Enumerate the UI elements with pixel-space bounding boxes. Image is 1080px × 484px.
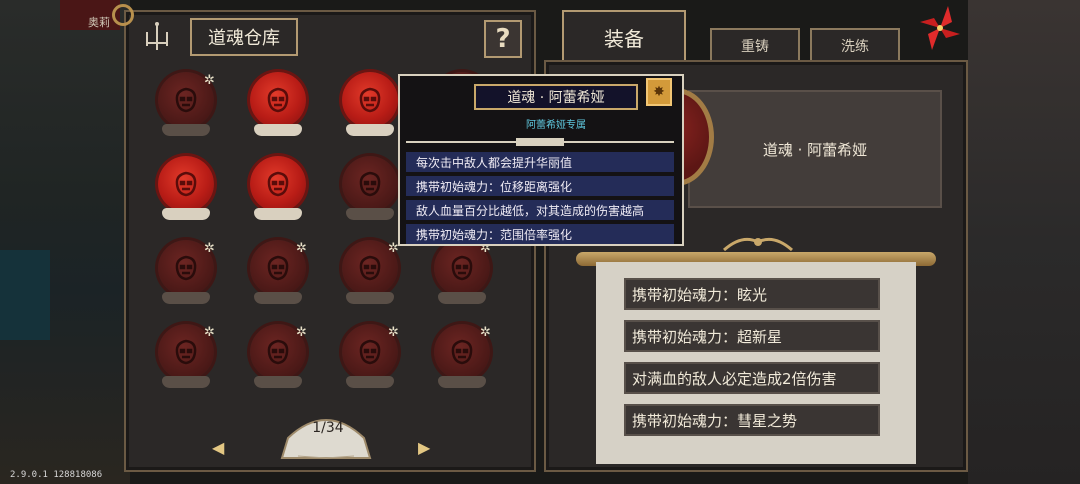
soul-orb[interactable] — [338, 72, 400, 144]
star-icon: ✲ — [204, 73, 215, 88]
orb-stand — [346, 124, 394, 136]
orb-stand — [254, 124, 302, 136]
soul-orb[interactable] — [246, 72, 308, 144]
orb-stand — [346, 208, 394, 220]
soul-orb[interactable] — [154, 156, 216, 228]
rarity-badge-icon: ✸ — [646, 78, 672, 106]
star-icon: ✲ — [296, 325, 307, 340]
effect-item: 携带初始魂力：彗星之势 — [624, 404, 880, 436]
tooltip-line: 每次击中敌人都会提升华丽值 — [406, 152, 674, 172]
prev-page-button[interactable]: ◀ — [212, 438, 224, 457]
effect-item: 对满血的敌人必定造成2倍伤害 — [624, 362, 880, 394]
orb-stand — [162, 124, 210, 136]
orb-stand — [346, 292, 394, 304]
selected-soul-name: 道魂 · 阿蕾希娅 — [688, 90, 942, 208]
soul-orb[interactable]: ✲ — [430, 240, 492, 312]
character-portrait-icon — [359, 87, 381, 113]
star-icon: ✲ — [388, 325, 399, 340]
star-icon: ✲ — [480, 325, 491, 340]
character-portrait-icon — [359, 171, 381, 197]
soul-orb[interactable] — [246, 156, 308, 228]
soul-orb[interactable]: ✲ — [338, 324, 400, 396]
soul-storage-title: 道魂仓库 — [190, 18, 298, 56]
soul-orb[interactable]: ✲ — [246, 324, 308, 396]
next-page-button[interactable]: ▶ — [418, 438, 430, 457]
tooltip-divider — [406, 138, 674, 146]
character-portrait-icon — [175, 87, 197, 113]
soul-orb[interactable]: ✲ — [154, 240, 216, 312]
soul-orb[interactable]: ✲ — [246, 240, 308, 312]
orb-stand — [162, 208, 210, 220]
orb-stand — [438, 292, 486, 304]
tooltip-line: 敌人血量百分比越低，对其造成的伤害越高 — [406, 200, 674, 220]
help-button[interactable]: ? — [484, 20, 522, 58]
tab-wash[interactable]: 洗练 — [810, 28, 900, 62]
soul-orb[interactable]: ✲ — [430, 324, 492, 396]
character-portrait-icon — [451, 339, 473, 365]
page-indicator: 1/34 — [312, 420, 344, 436]
soul-orb[interactable] — [338, 156, 400, 228]
star-icon: ✲ — [204, 325, 215, 340]
character-portrait-icon — [267, 255, 289, 281]
effect-item: 携带初始魂力：眩光 — [624, 278, 880, 310]
tooltip-subtitle: 阿蕾希娅专属 — [526, 120, 586, 131]
orb-stand — [162, 376, 210, 388]
soul-orb[interactable]: ✲ — [154, 72, 216, 144]
orb-stand — [254, 376, 302, 388]
character-portrait-icon — [267, 171, 289, 197]
tooltip-line: 携带初始魂力：位移距离强化 — [406, 176, 674, 196]
orb-stand — [346, 376, 394, 388]
scroll-ornament — [723, 237, 793, 252]
tooltip-line: 携带初始魂力：范围倍率强化 — [406, 224, 674, 244]
soul-orb[interactable]: ✲ — [154, 324, 216, 396]
orb-stand — [254, 292, 302, 304]
game-background-right — [968, 0, 1080, 484]
orb-stand — [162, 292, 210, 304]
game-background-left — [0, 0, 130, 484]
orb-stand — [254, 208, 302, 220]
background-character-name: 奥莉 — [88, 16, 110, 29]
character-portrait-icon — [359, 255, 381, 281]
tooltip-title: 道魂 · 阿蕾希娅 — [474, 84, 638, 110]
version-label: 2.9.0.1 128818086 — [10, 470, 103, 480]
tab-equip[interactable]: 装备 — [562, 10, 686, 62]
tab-rebuild[interactable]: 重铸 — [710, 28, 800, 62]
effect-item: 携带初始魂力：超新星 — [624, 320, 880, 352]
character-portrait-icon — [359, 339, 381, 365]
character-portrait-icon — [267, 87, 289, 113]
background-decoration — [0, 250, 50, 340]
corner-ornament — [112, 4, 134, 26]
orb-stand — [438, 376, 486, 388]
soul-orb[interactable]: ✲ — [338, 240, 400, 312]
character-portrait-icon — [267, 339, 289, 365]
character-portrait-icon — [175, 171, 197, 197]
character-portrait-icon — [175, 339, 197, 365]
star-icon: ✲ — [204, 241, 215, 256]
character-portrait-icon — [451, 255, 473, 281]
star-icon: ✲ — [296, 241, 307, 256]
pinwheel-icon[interactable] — [918, 4, 962, 56]
character-portrait-icon — [175, 255, 197, 281]
trident-icon — [146, 22, 168, 50]
